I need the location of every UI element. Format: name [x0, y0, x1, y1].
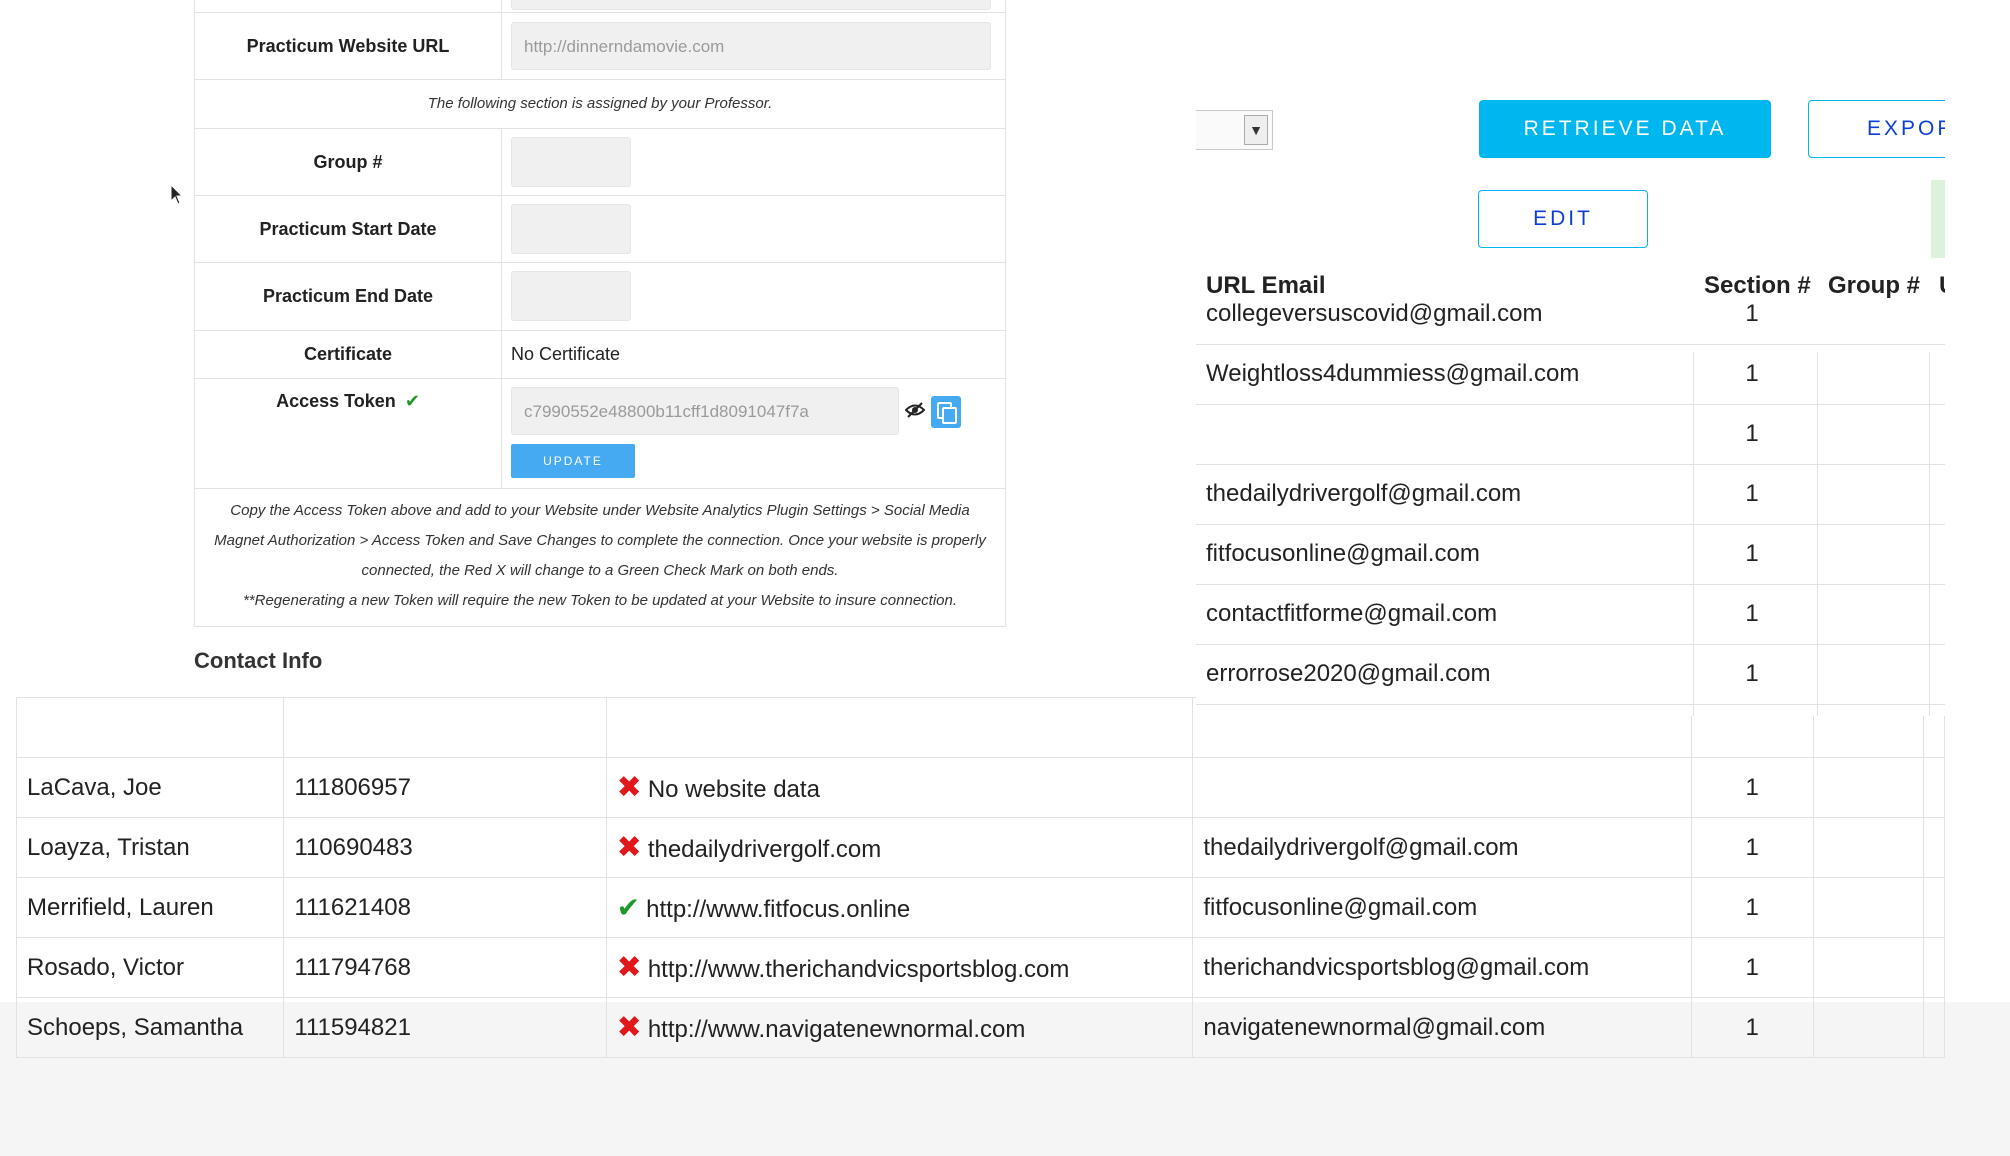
start-date-label: Practicum Start Date [195, 196, 502, 262]
website-url: http://www.therichandvicsportsblog.com [647, 956, 1070, 983]
student-id: 111621408 [283, 877, 607, 938]
end-date-input[interactable] [511, 271, 631, 321]
student-id: 111594821 [283, 997, 607, 1058]
section-number: 1 [1745, 300, 1759, 327]
end-date-row: Practicum End Date [195, 263, 1005, 331]
table-row[interactable]: Rosado, Victor 111794768 ✖ http://www.the… [15, 937, 1946, 998]
url-email: collegeversuscovid@gmail.com [1206, 300, 1543, 327]
website-url: http://www.navigatenewnormal.com [647, 1016, 1026, 1043]
url-email: Weightloss4dummiess@gmail.com [1206, 360, 1580, 387]
regenerate-note: **Regenerating a new Token will require … [242, 592, 958, 609]
url-email: therichandvicsportsblog@gmail.com [1192, 937, 1692, 998]
practicum-settings-panel: Practicum Website URL http://dinnerndamo… [194, 0, 1006, 627]
x-mark-icon: ✖ [616, 831, 642, 864]
student-name: Merrifield, Lauren [15, 877, 285, 938]
website-url-input[interactable]: http://dinnerndamovie.com [511, 22, 991, 70]
section-number: 1 [1690, 997, 1814, 1058]
dropdown-arrow-icon[interactable]: ▼ [1244, 115, 1268, 145]
group-number [1812, 757, 1924, 818]
section-number: 1 [1745, 480, 1759, 507]
group-input[interactable] [511, 137, 631, 187]
table-row[interactable]: thedailydrivergolf@gmail.com 1 [1196, 464, 1945, 525]
access-token-label: Access Token [276, 391, 396, 411]
student-id: 111794768 [283, 937, 607, 998]
section-number: 1 [1690, 877, 1814, 938]
instructions: Copy the Access Token above and add to y… [195, 496, 1005, 616]
url-email: fitfocusonline@gmail.com [1206, 540, 1480, 567]
x-mark-icon: ✖ [616, 951, 642, 984]
url-email: fitfocusonline@gmail.com [1192, 877, 1692, 938]
student-name: Schoeps, Samantha [15, 997, 285, 1058]
status-strip [1931, 180, 1945, 258]
x-mark-icon: ✖ [616, 771, 642, 804]
section-number: 1 [1745, 660, 1759, 687]
table-row[interactable]: fitfocusonline@gmail.com 1 [1196, 524, 1945, 585]
student-name: LaCava, Joe [15, 757, 285, 818]
table-row[interactable]: contactfitforme@gmail.com 1 [1196, 584, 1945, 645]
section-number: 1 [1745, 360, 1759, 387]
group-number [1812, 877, 1924, 938]
table-row[interactable]: errorrose2020@gmail.com 1 [1196, 644, 1945, 705]
start-date-input[interactable] [511, 204, 631, 254]
x-mark-icon: ✖ [616, 1011, 642, 1044]
website-url: http://www.fitfocus.online [646, 896, 911, 923]
certificate-label: Certificate [195, 331, 502, 378]
section-number: 1 [1745, 540, 1759, 567]
right-table-panel: ▼ RETRIEVE DATA EXPORT EDIT URL Email Se… [1196, 0, 1945, 716]
website-url-row: Practicum Website URL http://dinnerndamo… [195, 13, 1005, 80]
website-url-label: Practicum Website URL [195, 13, 502, 79]
access-token-input[interactable]: c7990552e48800b11cff1d8091047f7a [511, 387, 899, 435]
group-number [1812, 997, 1924, 1058]
table-row[interactable]: collegeversuscovid@gmail.com 1 [1196, 292, 1945, 345]
copy-icon[interactable] [931, 396, 961, 428]
export-button[interactable]: EXPORT [1808, 100, 1945, 158]
access-token-row: Access Token ✔ c7990552e48800b11cff1d809… [195, 379, 1005, 489]
section-number: 1 [1745, 600, 1759, 627]
section-number: 1 [1690, 937, 1814, 998]
website-url: thedailydrivergolf.com [647, 836, 882, 863]
url-email [1192, 757, 1692, 818]
retrieve-data-button[interactable]: RETRIEVE DATA [1479, 100, 1771, 158]
table-row[interactable]: Merrifield, Lauren 111621408 ✔ http://www… [15, 877, 1946, 938]
section-number: 1 [1690, 757, 1814, 818]
group-number [1812, 817, 1924, 878]
student-id: 110690483 [283, 817, 607, 878]
eye-slash-icon[interactable] [905, 401, 925, 419]
group-number [1812, 937, 1924, 998]
url-email: thedailydrivergolf@gmail.com [1192, 817, 1692, 878]
student-name: Rosado, Victor [15, 937, 285, 998]
section-number: 1 [1745, 420, 1759, 447]
url-email: errorrose2020@gmail.com [1206, 660, 1491, 687]
students-table: LaCava, Joe 111806957 ✖ No website data 1… [15, 697, 1946, 1058]
certificate-value: No Certificate [511, 344, 621, 364]
start-date-row: Practicum Start Date [195, 196, 1005, 263]
section-select[interactable]: ▼ [1196, 110, 1273, 150]
table-row[interactable]: Loayza, Tristan 110690483 ✖ thedailydrive… [15, 817, 1946, 878]
contact-info-heading: Contact Info [194, 648, 323, 673]
table-row[interactable]: Weightloss4dummiess@gmail.com 1 [1196, 344, 1945, 405]
table-row[interactable]: LaCava, Joe 111806957 ✖ No website data 1 [15, 757, 1946, 818]
url-email: contactfitforme@gmail.com [1206, 600, 1498, 627]
section-number: 1 [1690, 817, 1814, 878]
end-date-label: Practicum End Date [195, 263, 502, 330]
check-mark-icon: ✔ [616, 892, 641, 923]
cursor-icon [170, 184, 184, 205]
table-row[interactable]: Schoeps, Samantha 111594821 ✖ http://www.… [15, 997, 1946, 1058]
toolbar: ▼ RETRIEVE DATA EXPORT [1196, 0, 1945, 171]
professor-note: The following section is assigned by you… [427, 95, 773, 112]
group-row: Group # [195, 129, 1005, 196]
url-email: navigatenewnormal@gmail.com [1192, 997, 1692, 1058]
url-email: thedailydrivergolf@gmail.com [1206, 480, 1522, 507]
check-mark-icon: ✔ [404, 391, 420, 411]
edit-button[interactable]: EDIT [1478, 190, 1648, 248]
group-label: Group # [195, 129, 502, 195]
right-table-body: collegeversuscovid@gmail.com 1 Weightloss… [1196, 292, 1945, 716]
table-row[interactable]: 1 [1196, 404, 1945, 465]
certificate-row: Certificate No Certificate [195, 331, 1005, 379]
student-id: 111806957 [283, 757, 607, 818]
update-button[interactable]: UPDATE [511, 444, 635, 478]
student-name: Loayza, Tristan [15, 817, 285, 878]
website-url: No website data [647, 776, 820, 803]
